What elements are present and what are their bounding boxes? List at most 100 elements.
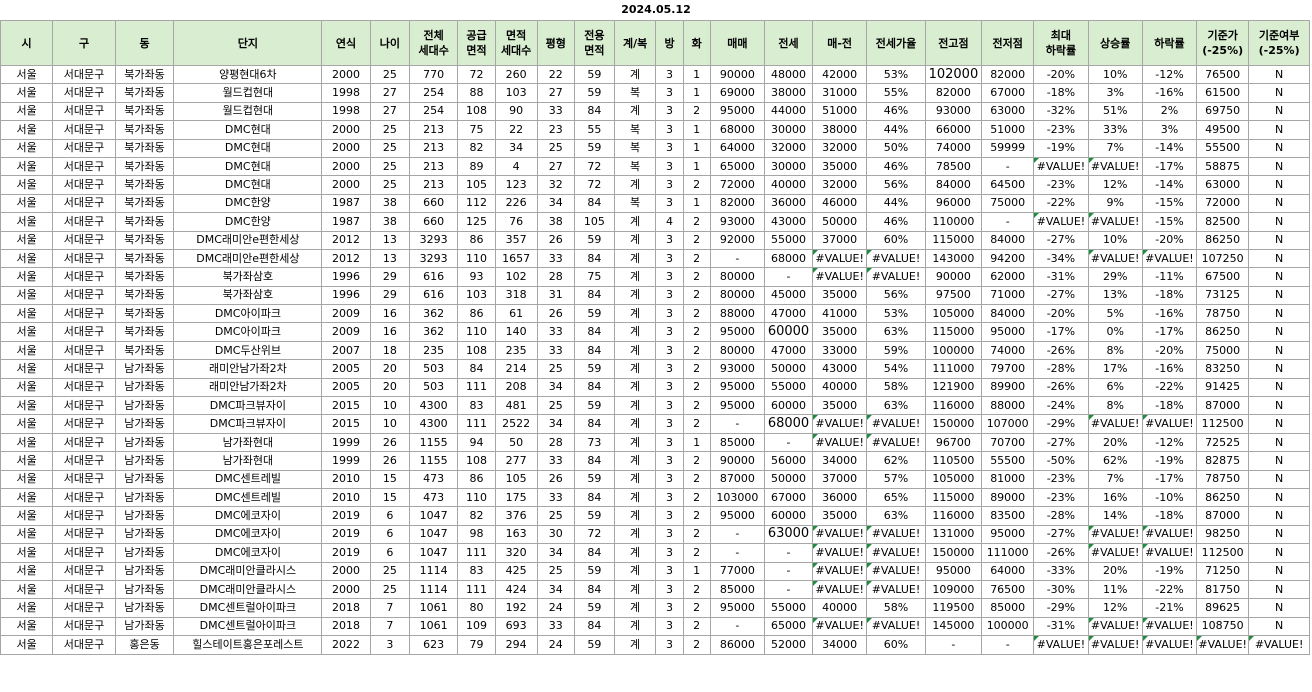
table-cell[interactable]: #VALUE! [1087,616,1143,637]
table-cell[interactable]: 53% [866,64,926,85]
table-cell[interactable]: -14% [1141,138,1198,158]
table-cell[interactable]: 서대문구 [52,487,116,508]
table-cell[interactable]: DMC아이파크 [173,322,323,342]
table-cell[interactable]: 35000 [812,285,868,306]
table-cell[interactable]: 3 [655,396,684,416]
table-cell[interactable]: 35000 [812,396,868,416]
table-cell[interactable]: -22% [1141,377,1198,398]
table-cell[interactable]: 36000 [763,193,814,214]
table-cell[interactable]: 40000 [812,598,868,618]
table-cell[interactable]: 55500 [981,451,1035,471]
table-cell[interactable]: -11% [1141,267,1198,287]
table-cell[interactable]: 27 [536,83,576,103]
table-cell[interactable]: 105 [457,175,496,195]
table-cell[interactable]: -26% [1033,377,1089,398]
table-cell[interactable]: 76500 [981,579,1035,600]
table-cell[interactable]: 32000 [763,138,814,158]
table-cell[interactable]: 계 [613,248,657,269]
table-cell[interactable]: 9% [1087,193,1143,214]
table-cell[interactable]: 2 [682,248,711,269]
table-cell[interactable]: -15% [1141,193,1198,214]
table-cell[interactable]: 59999 [981,138,1035,158]
table-cell[interactable]: 64000 [981,561,1035,581]
table-cell[interactable]: 서울 [0,598,54,618]
table-cell[interactable]: 남가좌현대 [173,451,323,471]
table-cell[interactable]: 80000 [709,285,766,306]
table-cell[interactable]: 78750 [1196,469,1250,489]
table-cell[interactable]: 112500 [1196,543,1250,563]
table-cell[interactable]: 112500 [1196,414,1250,434]
table-cell[interactable]: DMC한양 [173,212,323,232]
table-cell[interactable]: 95000 [981,322,1035,342]
table-cell[interactable]: N [1248,469,1310,489]
table-cell[interactable]: - [763,267,814,287]
table-cell[interactable]: 60000 [763,506,814,526]
table-cell[interactable]: -10% [1141,487,1198,508]
table-cell[interactable]: 50 [494,432,538,453]
table-cell[interactable]: N [1248,414,1310,434]
table-cell[interactable]: 192 [494,598,538,618]
table-cell[interactable]: 100000 [924,340,983,361]
table-cell[interactable]: -16% [1141,304,1198,324]
table-cell[interactable]: 33000 [812,340,868,361]
table-cell[interactable]: -27% [1033,230,1089,250]
table-cell[interactable]: N [1248,432,1310,453]
table-cell[interactable]: 서울 [0,340,54,361]
table-cell[interactable]: 111 [457,414,496,434]
table-cell[interactable]: 3 [655,561,684,581]
table-cell[interactable]: 82000 [924,83,983,103]
table-cell[interactable]: 71000 [981,285,1035,306]
table-cell[interactable]: 복 [613,120,657,140]
table-cell[interactable]: 69000 [709,83,766,103]
table-cell[interactable]: 85000 [981,598,1035,618]
table-cell[interactable]: DMC파크뷰자이 [173,414,323,434]
table-cell[interactable]: 2 [682,359,711,379]
table-cell[interactable]: #VALUE! [812,267,868,287]
table-cell[interactable]: 59 [574,138,615,158]
table-cell[interactable]: 86 [457,469,496,489]
table-cell[interactable]: -27% [1033,285,1089,306]
table-cell[interactable]: 1047 [409,543,459,563]
table-cell[interactable]: 서대문구 [52,598,116,618]
table-cell[interactable]: 51000 [812,101,868,122]
table-cell[interactable]: 3 [655,377,684,398]
table-cell[interactable]: 320 [494,543,538,563]
table-cell[interactable]: 2012 [321,230,371,250]
table-cell[interactable]: -21% [1141,598,1198,618]
table-cell[interactable]: 1061 [409,598,459,618]
table-cell[interactable]: 서울 [0,138,54,158]
table-cell[interactable]: 74000 [981,340,1035,361]
table-cell[interactable]: 45000 [763,285,814,306]
table-cell[interactable]: 18 [369,340,411,361]
table-cell[interactable]: 1999 [321,451,371,471]
table-cell[interactable]: 1657 [494,248,538,269]
table-cell[interactable]: -30% [1033,579,1089,600]
table-cell[interactable]: -50% [1033,451,1089,471]
table-cell[interactable]: 33% [1087,120,1143,140]
table-cell[interactable]: 계 [613,635,657,655]
table-cell[interactable]: 28 [536,267,576,287]
table-cell[interactable]: 양평현대6차 [173,64,323,85]
table-cell[interactable]: 남가좌동 [114,598,175,618]
table-cell[interactable]: -28% [1033,506,1089,526]
table-cell[interactable]: -26% [1033,543,1089,563]
table-cell[interactable]: 63000 [763,524,814,545]
table-cell[interactable]: 89000 [981,487,1035,508]
table-cell[interactable]: 북가좌동 [114,193,175,214]
table-cell[interactable]: 616 [409,285,459,306]
table-cell[interactable]: 서울 [0,396,54,416]
table-cell[interactable]: 2 [682,396,711,416]
table-cell[interactable]: 110 [457,487,496,508]
table-cell[interactable]: 84000 [924,175,983,195]
table-cell[interactable]: 힐스테이트홍은포레스트 [173,635,323,655]
table-cell[interactable]: 서울 [0,359,54,379]
table-cell[interactable]: 123 [494,175,538,195]
table-cell[interactable]: 90000 [924,267,983,287]
table-cell[interactable]: 34 [536,579,576,600]
table-cell[interactable]: 2009 [321,304,371,324]
table-cell[interactable]: 25 [536,561,576,581]
table-cell[interactable]: 4 [494,156,538,177]
table-cell[interactable]: 94200 [981,248,1035,269]
table-cell[interactable]: -18% [1141,285,1198,306]
table-cell[interactable]: -22% [1141,579,1198,600]
